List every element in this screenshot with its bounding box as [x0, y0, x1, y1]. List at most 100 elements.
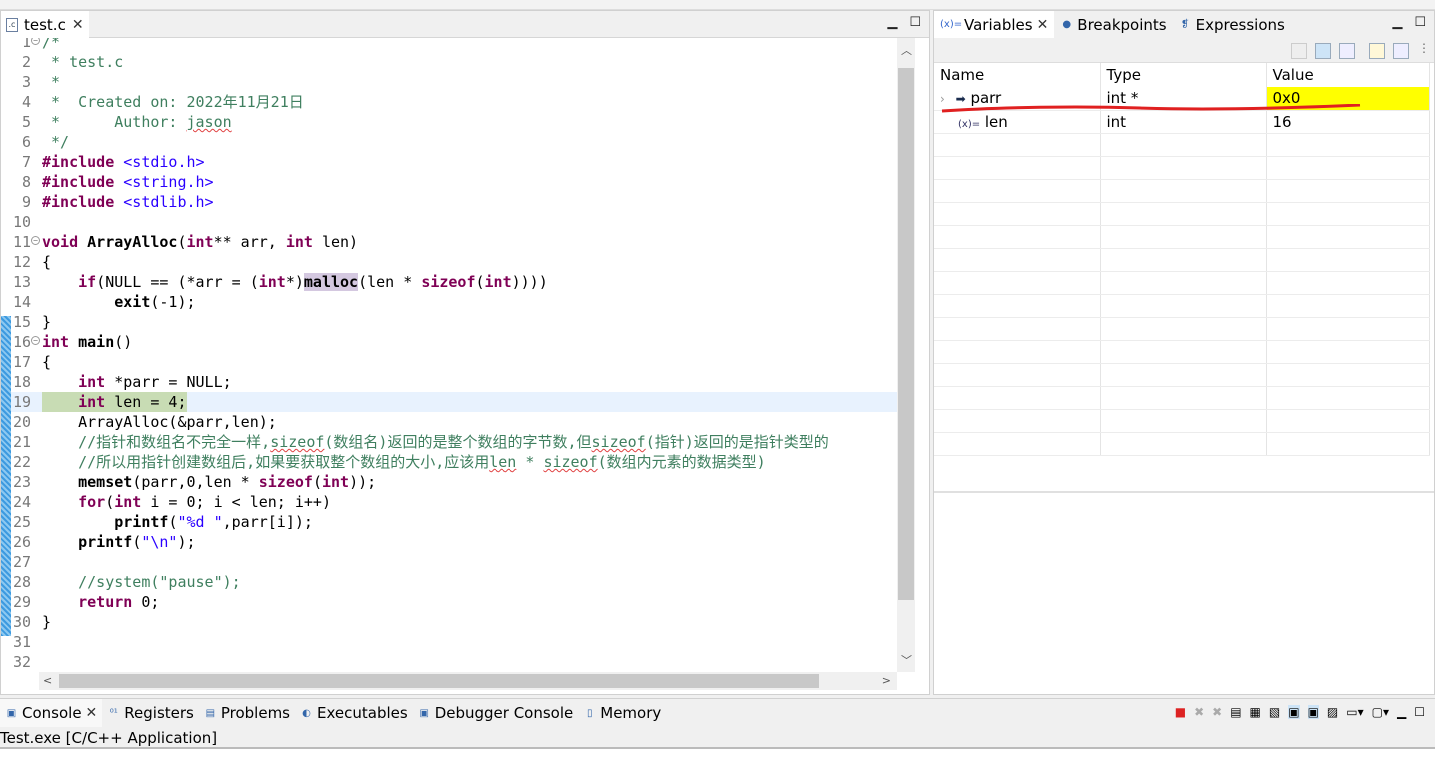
code-line[interactable]: 3 * — [1, 72, 897, 92]
line-number[interactable]: 6 — [11, 132, 31, 152]
line-number[interactable]: 28 — [11, 572, 31, 592]
line-number[interactable]: 10 — [11, 212, 31, 232]
code-line[interactable]: 12 { — [1, 252, 897, 272]
tab-registers[interactable]: ⁰¹ Registers — [102, 699, 199, 727]
close-icon[interactable]: ✕ — [1037, 17, 1049, 33]
line-number[interactable]: 11 — [11, 232, 31, 252]
column-name[interactable]: Name — [934, 63, 1101, 87]
code-line[interactable]: 4 * Created on: 2022年11月21日 — [1, 92, 897, 112]
detail-pane-divider[interactable] — [934, 491, 1434, 493]
line-number[interactable]: 4 — [11, 92, 31, 112]
column-value[interactable]: Value — [1266, 63, 1430, 87]
close-icon[interactable]: ✕ — [86, 705, 98, 721]
minimize-icon[interactable]: ▁ — [887, 15, 897, 30]
code-line[interactable]: 11− void ArrayAlloc(int** arr, int len) — [1, 232, 897, 252]
code-line[interactable]: 13 if(NULL == (*arr = (int*)malloc(len *… — [1, 272, 897, 292]
collapse-all-icon[interactable] — [1339, 43, 1355, 59]
minimize-icon[interactable]: ▁ — [1392, 15, 1402, 30]
code-line[interactable]: 2 * test.c — [1, 52, 897, 72]
code-line[interactable]: 19 int len = 4; — [1, 392, 897, 412]
pin-console-icon[interactable]: ▨ — [1327, 705, 1338, 719]
line-number[interactable]: 15 — [11, 312, 31, 332]
code-area[interactable]: 1−/* 2 * test.c 3 * 4 * Created on: 2022年11… — [1, 38, 897, 672]
show-logical-structure-icon[interactable] — [1315, 43, 1331, 59]
code-line[interactable]: 20 ArrayAlloc(&parr,len); — [1, 412, 897, 432]
code-line[interactable]: 14 exit(-1); — [1, 292, 897, 312]
maximize-icon[interactable]: ☐ — [1414, 15, 1426, 30]
code-line[interactable]: 9 #include <stdlib.h> — [1, 192, 897, 212]
line-number[interactable]: 27 — [11, 552, 31, 572]
line-number[interactable]: 20 — [11, 412, 31, 432]
line-number[interactable]: 5 — [11, 112, 31, 132]
code-line[interactable]: 27 — [1, 552, 897, 572]
line-number[interactable]: 17 — [11, 352, 31, 372]
scroll-right-icon[interactable]: > — [882, 674, 891, 687]
scroll-thumb[interactable] — [59, 674, 819, 688]
line-number[interactable]: 29 — [11, 592, 31, 612]
tab-debugger-console[interactable]: ▣ Debugger Console — [413, 699, 579, 727]
code-line[interactable]: 10 — [1, 212, 897, 232]
scroll-lock-icon[interactable]: ▦ — [1250, 705, 1261, 719]
tab-expressions[interactable]: ❡ Expressions — [1173, 11, 1291, 38]
close-icon[interactable]: ✕ — [72, 17, 84, 33]
line-number[interactable]: 9 — [11, 192, 31, 212]
pin-icon[interactable] — [1393, 43, 1409, 59]
view-menu-icon[interactable]: ⋮ — [1418, 41, 1430, 55]
line-number[interactable]: 3 — [11, 72, 31, 92]
line-number[interactable]: 25 — [11, 512, 31, 532]
line-number[interactable]: 19 — [11, 392, 31, 412]
code-line[interactable]: 25 printf("%d ",parr[i]); — [1, 512, 897, 532]
fold-collapse-icon[interactable]: − — [31, 336, 40, 345]
line-number[interactable]: 22 — [11, 452, 31, 472]
display-console-icon[interactable]: ▭▾ — [1346, 705, 1363, 719]
code-line[interactable]: 32 — [1, 652, 897, 672]
show-type-names-icon[interactable] — [1291, 43, 1307, 59]
fold-collapse-icon[interactable]: − — [31, 38, 40, 45]
horizontal-scrollbar[interactable]: < > — [39, 672, 897, 690]
maximize-icon[interactable]: ☐ — [1414, 705, 1425, 719]
line-number[interactable]: 24 — [11, 492, 31, 512]
fold-collapse-icon[interactable]: − — [31, 236, 40, 245]
code-line[interactable]: 18 int *parr = NULL; — [1, 372, 897, 392]
line-number[interactable]: 7 — [11, 152, 31, 172]
code-line[interactable]: 8 #include <string.h> — [1, 172, 897, 192]
tab-variables[interactable]: (x)= Variables ✕ — [934, 11, 1055, 38]
new-view-icon[interactable] — [1369, 43, 1385, 59]
line-number[interactable]: 32 — [11, 652, 31, 672]
code-line[interactable]: 1−/* — [1, 38, 897, 52]
code-line[interactable]: 24 for(int i = 0; i < len; i++) — [1, 492, 897, 512]
code-line[interactable]: 7 #include <stdio.h> — [1, 152, 897, 172]
line-number[interactable]: 21 — [11, 432, 31, 452]
line-number[interactable]: 14 — [11, 292, 31, 312]
line-number[interactable]: 30 — [11, 612, 31, 632]
line-number[interactable]: 8 — [11, 172, 31, 192]
scroll-thumb[interactable] — [898, 68, 914, 600]
column-type[interactable]: Type — [1100, 63, 1267, 87]
scroll-up-icon[interactable]: ︿ — [901, 42, 912, 58]
code-line[interactable]: 30} — [1, 612, 897, 632]
line-number[interactable]: 31 — [11, 632, 31, 652]
code-line[interactable]: 17 { — [1, 352, 897, 372]
line-number[interactable]: 12 — [11, 252, 31, 272]
tab-console[interactable]: ▣ Console ✕ — [0, 699, 103, 727]
minimize-icon[interactable]: ▁ — [1397, 705, 1406, 719]
code-line[interactable]: 22 //所以用指针创建数组后,如果要获取整个数组的大小,应该用len * si… — [1, 452, 897, 472]
remove-launch-icon[interactable]: ✖ — [1194, 705, 1204, 719]
code-line[interactable]: 23 memset(parr,0,len * sizeof(int)); — [1, 472, 897, 492]
code-line[interactable]: 29 return 0; — [1, 592, 897, 612]
terminate-icon[interactable]: ■ — [1175, 705, 1186, 719]
code-line[interactable]: 21 //指针和数组名不完全一样,sizeof(数组名)返回的是整个数组的字节数… — [1, 432, 897, 452]
code-line[interactable]: 26 printf("\n"); — [1, 532, 897, 552]
tab-memory[interactable]: ▯ Memory — [578, 699, 666, 727]
line-number[interactable]: 16 — [11, 332, 31, 352]
code-line[interactable]: 16− int main() — [1, 332, 897, 352]
tab-test-c[interactable]: .c test.c ✕ — [1, 11, 89, 38]
line-number[interactable]: 1 — [11, 38, 31, 52]
line-number[interactable]: 26 — [11, 532, 31, 552]
line-number[interactable]: 2 — [11, 52, 31, 72]
code-line[interactable]: 31 — [1, 632, 897, 652]
scroll-left-icon[interactable]: < — [43, 674, 52, 687]
show-on-stdout-icon[interactable]: ▣ — [1288, 705, 1300, 719]
vertical-scrollbar[interactable]: ︿ ﹀ — [897, 38, 915, 672]
code-line[interactable]: 5 * Author: jason — [1, 112, 897, 132]
